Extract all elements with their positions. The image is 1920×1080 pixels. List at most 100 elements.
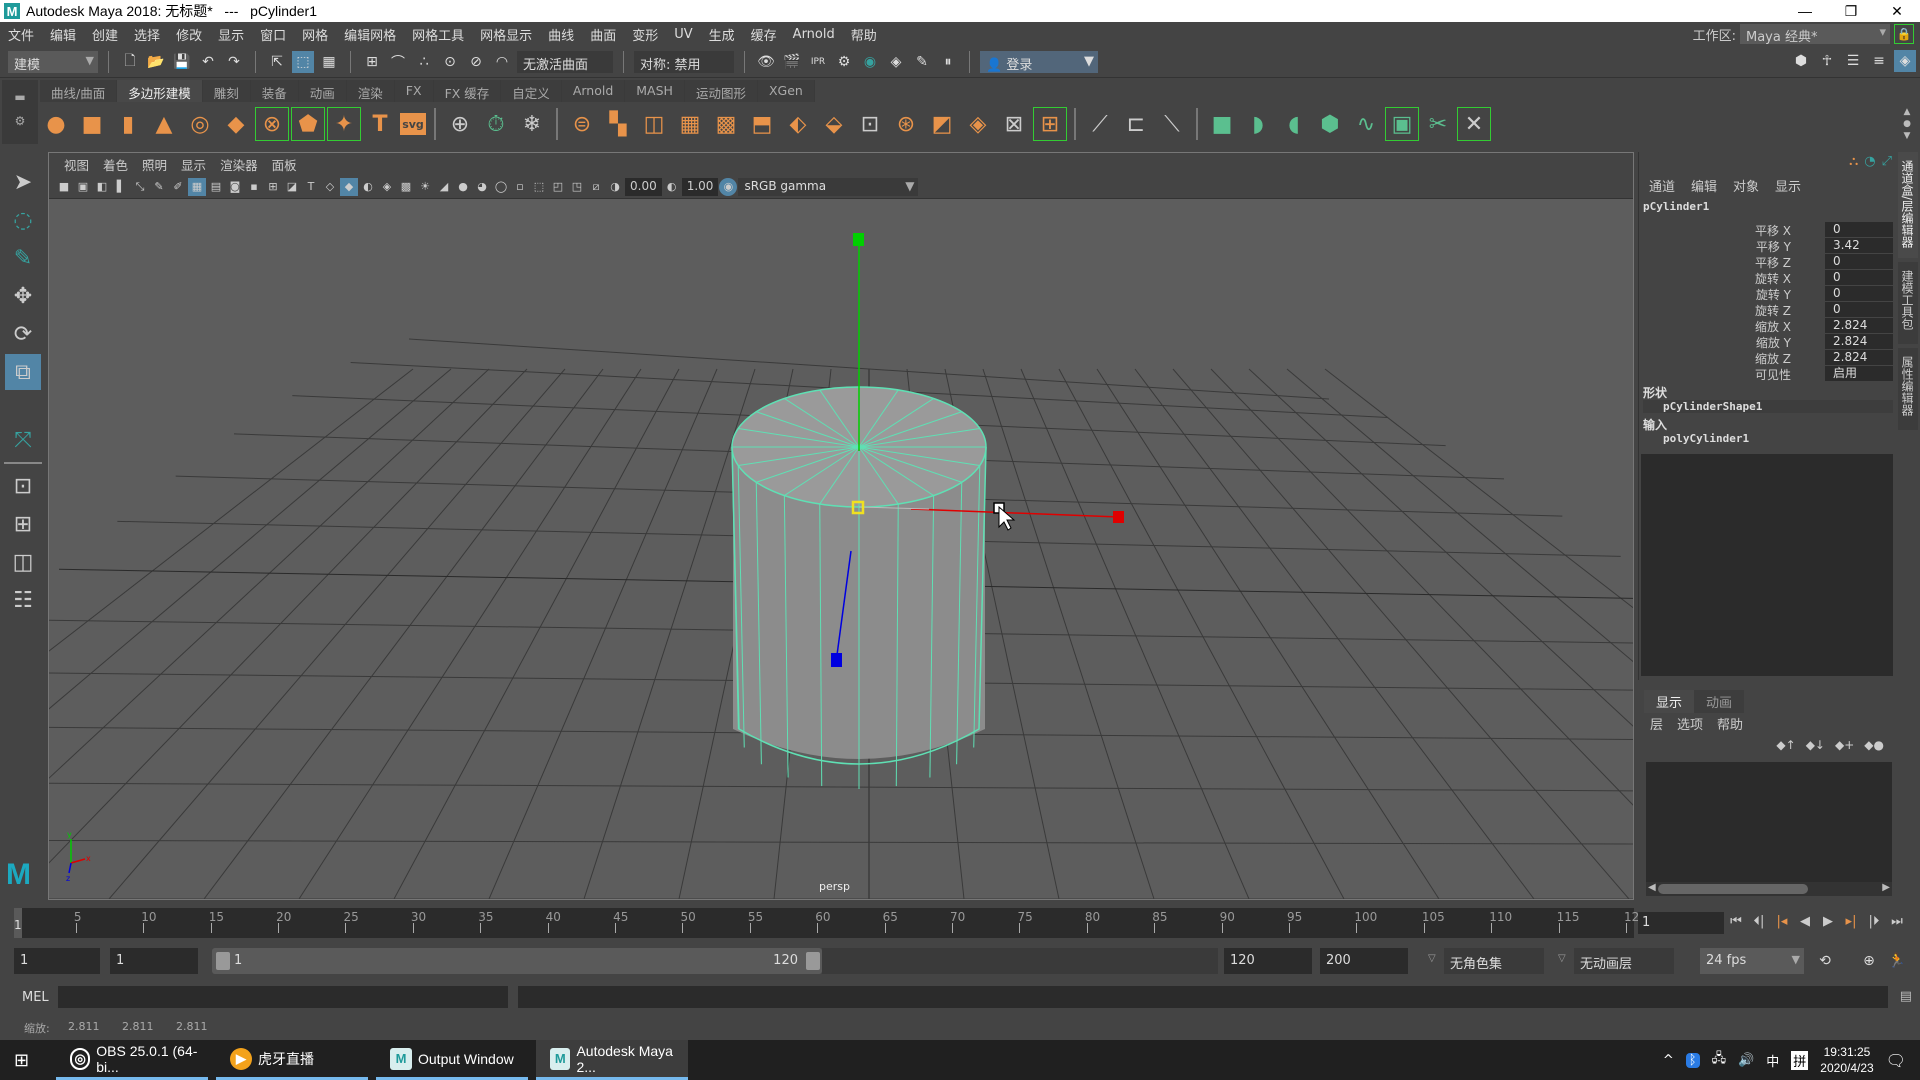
- taskbar-app-obs[interactable]: ◎ OBS 25.0.1 (64-bi...: [56, 1040, 208, 1080]
- use-all-lights-icon[interactable]: ☀: [416, 178, 434, 196]
- menu-help[interactable]: 帮助: [843, 25, 885, 44]
- depth-of-field-icon[interactable]: ▫: [511, 178, 529, 196]
- gamma-field[interactable]: 1.00: [681, 177, 719, 196]
- channel-label[interactable]: 可见性: [1755, 366, 1791, 383]
- human-ik-icon[interactable]: ☥: [1816, 50, 1838, 72]
- select-hierarchy-icon[interactable]: ⇱: [266, 51, 288, 73]
- menu-edit[interactable]: 编辑: [42, 25, 84, 44]
- wireframe-on-shaded-icon[interactable]: ◈: [378, 178, 396, 196]
- vp-menu-shading[interactable]: 着色: [96, 155, 135, 174]
- reduce-icon[interactable]: ▩: [710, 108, 742, 140]
- restore-button[interactable]: ❐: [1828, 0, 1874, 22]
- new-scene-icon[interactable]: 🗋: [119, 51, 141, 73]
- range-start-handle[interactable]: [216, 952, 230, 970]
- image-plane-icon[interactable]: ▌: [112, 178, 130, 196]
- gate-mask-icon[interactable]: ▪: [245, 178, 263, 196]
- shelf-tab-rigging[interactable]: 装备: [250, 80, 299, 102]
- grid-toggle-icon[interactable]: ▦: [188, 177, 206, 196]
- channel-label[interactable]: 旋转 Y: [1756, 286, 1791, 303]
- channel-value[interactable]: 2.824: [1825, 318, 1893, 333]
- automatic-uv-icon[interactable]: ⬢: [1314, 108, 1346, 140]
- layer-menu-options[interactable]: 选项: [1677, 714, 1703, 733]
- bool-union-icon[interactable]: ◩: [926, 108, 958, 140]
- target-weld-icon[interactable]: ⟍: [1156, 108, 1188, 140]
- layer-tab-display[interactable]: 显示: [1644, 690, 1695, 713]
- play-backwards-icon[interactable]: ◀: [1795, 910, 1815, 934]
- combine-icon[interactable]: ⊜: [566, 108, 598, 140]
- isolate-select-icon[interactable]: ⬚: [530, 178, 548, 196]
- play-forwards-icon[interactable]: ▶: [1818, 910, 1838, 934]
- menu-windows[interactable]: 窗口: [252, 25, 294, 44]
- merge-icon[interactable]: ◈: [962, 108, 994, 140]
- poly-cylinder-icon[interactable]: ▮: [112, 108, 144, 140]
- motion-blur-icon[interactable]: ◕: [473, 178, 491, 196]
- taskbar-app-huya[interactable]: ▶ 虎牙直播: [216, 1040, 368, 1080]
- channel-value[interactable]: 0: [1825, 222, 1893, 237]
- go-to-end-icon[interactable]: ⏭: [1887, 910, 1907, 934]
- ipr-render-icon[interactable]: IPR: [807, 51, 829, 73]
- menu-mesh[interactable]: 网格: [294, 25, 336, 44]
- film-gate-icon[interactable]: ▤: [207, 178, 225, 196]
- layer-scrollbar[interactable]: ◀ ▶: [1646, 882, 1892, 896]
- animation-start-field[interactable]: 1: [14, 948, 100, 974]
- smooth-shade-icon[interactable]: ◆: [340, 177, 358, 196]
- channel-value[interactable]: 0: [1825, 302, 1893, 317]
- poly-torus-icon[interactable]: ◎: [184, 108, 216, 140]
- sphere-wire-icon[interactable]: ⊛: [890, 108, 922, 140]
- mel-label[interactable]: MEL: [22, 990, 49, 1005]
- channel-value[interactable]: 3.42: [1825, 238, 1893, 253]
- range-end-handle[interactable]: [806, 952, 820, 970]
- shelf-scrollbar[interactable]: ▲ ● ▼: [1900, 106, 1914, 142]
- input-node[interactable]: polyCylinder1: [1663, 432, 1749, 445]
- select-component-icon[interactable]: ▦: [318, 51, 340, 73]
- snap-live-icon[interactable]: ◠: [491, 51, 513, 73]
- menu-mesh-tools[interactable]: 网格工具: [404, 25, 472, 44]
- safe-action-icon[interactable]: ◪: [283, 178, 301, 196]
- poly-cone-icon[interactable]: ▲: [148, 108, 180, 140]
- menu-arnold[interactable]: Arnold: [785, 27, 843, 42]
- 2d-pan-zoom-icon[interactable]: ⤡: [131, 178, 149, 196]
- shelf-tab-sculpting[interactable]: 雕刻: [202, 80, 251, 102]
- channel-box-icon[interactable]: ◈: [1894, 50, 1916, 72]
- menu-uv[interactable]: UV: [666, 27, 700, 42]
- channel-label[interactable]: 平移 Z: [1755, 254, 1791, 271]
- insert-edge-loop-icon[interactable]: ⊠: [998, 108, 1030, 140]
- animation-end-field[interactable]: 200: [1320, 948, 1408, 974]
- viewport-panel[interactable]: 视图 着色 照明 显示 渲染器 面板 ■ ▣ ◧ ▌ ⤡ ✎ ✐ ▦ ▤ ◙ ▪…: [48, 152, 1634, 900]
- shelf-settings-icon[interactable]: ⚙: [2, 114, 38, 128]
- hyperbolic-icon[interactable]: ⤢: [1882, 154, 1892, 169]
- type-icon[interactable]: T: [364, 108, 396, 140]
- anim-layer-dropdown[interactable]: 无动画层: [1574, 948, 1674, 974]
- redo-icon[interactable]: ↷: [223, 51, 245, 73]
- cut-faces-icon[interactable]: ⟋: [1084, 108, 1116, 140]
- tab-attribute-editor[interactable]: 属性编辑器: [1898, 348, 1918, 430]
- show-hidden-icons[interactable]: ^: [1663, 1053, 1674, 1068]
- menu-file[interactable]: 文件: [0, 25, 42, 44]
- character-set-dropdown[interactable]: 无角色集: [1444, 948, 1544, 974]
- tool-settings-icon[interactable]: ≡: [1868, 50, 1890, 72]
- login-dropdown[interactable]: 👤 登录 ▼: [980, 50, 1098, 73]
- ime-pinyin-icon[interactable]: 拼: [1791, 1050, 1809, 1070]
- script-editor-icon[interactable]: ▤: [1900, 989, 1912, 1004]
- vp-menu-renderer[interactable]: 渲染器: [213, 155, 265, 174]
- fill-hole-icon[interactable]: ⊡: [854, 108, 886, 140]
- xray-joints-icon[interactable]: ◳: [568, 178, 586, 196]
- snap-grid-icon[interactable]: ⊞: [361, 51, 383, 73]
- tab-modeling-toolkit[interactable]: 建模工具包: [1898, 262, 1918, 344]
- network-icon[interactable]: 🖧: [1712, 1049, 1727, 1071]
- snap-view-plane-icon[interactable]: ⊘: [465, 51, 487, 73]
- bevel-icon[interactable]: ⬙: [818, 108, 850, 140]
- light-editor-icon[interactable]: ✎: [911, 51, 933, 73]
- cb-menu-channels[interactable]: 通道: [1649, 176, 1675, 195]
- fps-dropdown[interactable]: 24 fps ▼: [1700, 948, 1804, 974]
- shape-node[interactable]: pCylinderShape1: [1643, 400, 1893, 413]
- shadows-icon[interactable]: ◢: [435, 178, 453, 196]
- textured-icon[interactable]: ▩: [397, 178, 415, 196]
- menu-edit-mesh[interactable]: 编辑网格: [336, 25, 404, 44]
- show-manipulator-icon[interactable]: ⤧: [5, 422, 41, 458]
- vp-menu-view[interactable]: 视图: [57, 155, 96, 174]
- paint-select-tool-icon[interactable]: ✎: [5, 240, 41, 276]
- unfold-uv-icon[interactable]: ∿: [1350, 108, 1382, 140]
- wireframe-icon[interactable]: ◇: [321, 178, 339, 196]
- uv-editor-icon[interactable]: ▣: [1385, 107, 1419, 141]
